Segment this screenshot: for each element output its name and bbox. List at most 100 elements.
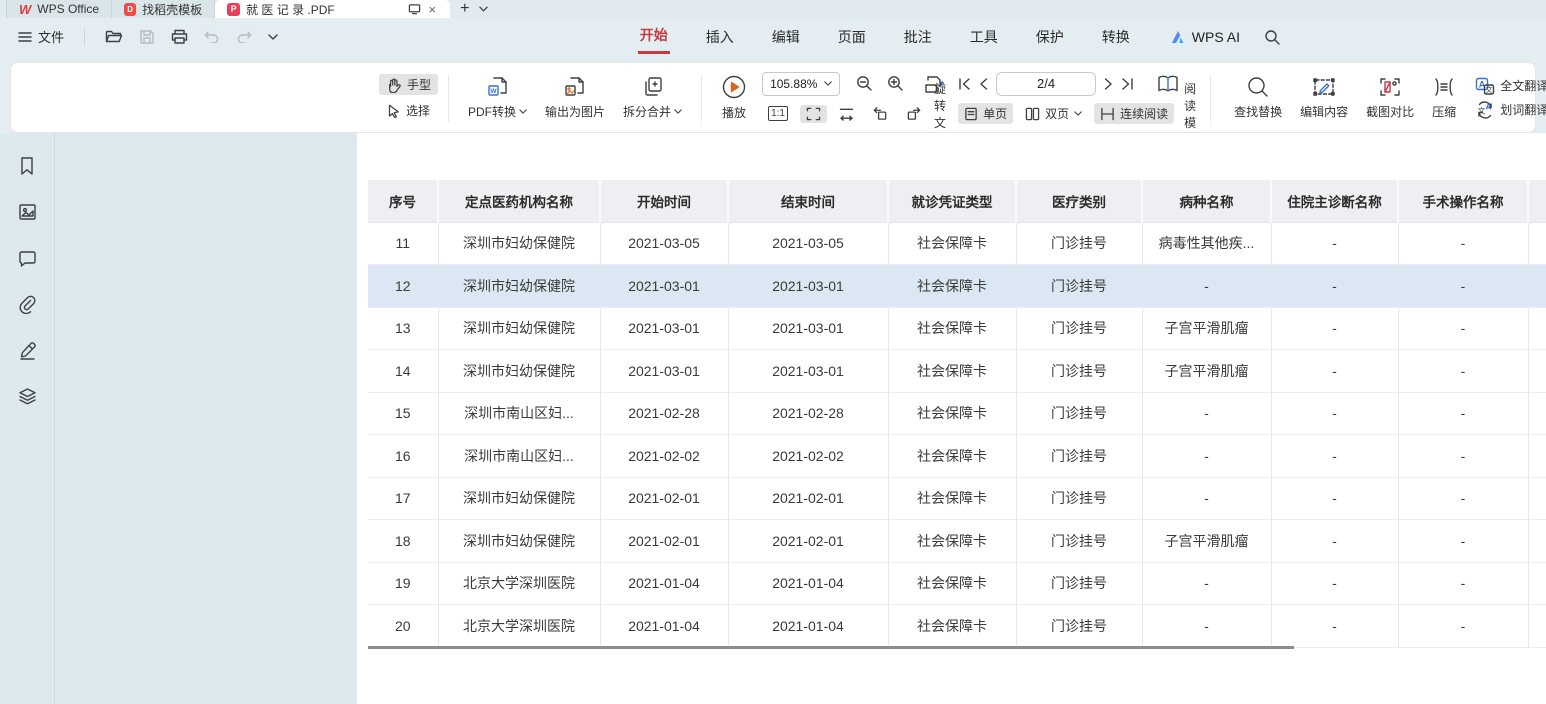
tab-list-chevron-icon[interactable] <box>479 6 488 12</box>
menu-tab-convert[interactable]: 转换 <box>1100 21 1132 53</box>
tab-wps-office[interactable]: W WPS Office <box>6 0 112 18</box>
next-page-icon[interactable] <box>1104 78 1113 90</box>
rotate-left-button[interactable] <box>866 104 894 123</box>
layers-icon[interactable] <box>16 385 38 407</box>
comment-icon[interactable] <box>16 247 38 269</box>
read-mode-icon[interactable] <box>1156 74 1180 94</box>
table-cell: - <box>1142 477 1271 520</box>
table-header-cell: 病种名称 <box>1142 180 1271 222</box>
menu-bar: 文件 开始 插入 编辑 页面 <box>0 18 1546 55</box>
find-replace-button[interactable]: 查找替换 <box>1225 75 1291 120</box>
menu-tab-edit[interactable]: 编辑 <box>770 21 802 53</box>
table-cell: - <box>1271 265 1398 308</box>
table-cell: - <box>1398 477 1528 520</box>
menu-tab-page[interactable]: 页面 <box>836 21 868 53</box>
compress-button[interactable]: 压缩 <box>1423 75 1465 120</box>
double-page-button[interactable]: 双页 <box>1019 103 1088 124</box>
page-number-input[interactable]: 2/4 <box>996 72 1096 96</box>
print-icon[interactable] <box>171 29 188 44</box>
table-cell: 社会保障卡 <box>888 435 1016 478</box>
previous-page-icon[interactable] <box>979 78 988 90</box>
table-cell: 14 <box>368 350 438 393</box>
document-viewer[interactable]: 序号定点医药机构名称开始时间结束时间就诊凭证类型医疗类别病种名称住院主诊断名称手… <box>55 133 1546 704</box>
tab-docer-templates[interactable]: D 找稻壳模板 <box>112 0 215 18</box>
thumbnail-image-icon[interactable] <box>16 201 38 223</box>
table-cell: 2021-02-28 <box>728 392 888 435</box>
export-image-button[interactable]: 输出为图片 <box>536 75 614 120</box>
save-icon[interactable] <box>139 29 155 44</box>
menu-tab-insert[interactable]: 插入 <box>704 21 736 53</box>
table-cell: 门诊挂号 <box>1016 435 1142 478</box>
table-cell <box>1528 435 1546 478</box>
docer-icon: D <box>124 3 136 16</box>
full-text-translate-button[interactable]: A文 全文翻译 <box>1475 77 1546 95</box>
tab-document-pdf[interactable]: P 就 医 记 录 .PDF × <box>215 0 450 18</box>
single-page-button[interactable]: 单页 <box>958 103 1013 124</box>
wps-ai-button[interactable]: WPS AI <box>1170 29 1240 45</box>
table-cell: 门诊挂号 <box>1016 520 1142 563</box>
select-tool-button[interactable]: 选择 <box>379 100 438 121</box>
file-menu-label: 文件 <box>38 27 64 46</box>
play-button[interactable]: 播放 <box>712 74 756 121</box>
file-menu-button[interactable]: 文件 <box>18 27 64 46</box>
table-cell: 2021-03-05 <box>600 222 728 265</box>
pdf-convert-button[interactable]: W PDF转换 <box>459 75 536 120</box>
table-cell: - <box>1271 222 1398 265</box>
continuous-read-button[interactable]: 连续阅读 <box>1094 103 1174 124</box>
word-translate-icon: 文A <box>1475 101 1495 119</box>
last-page-icon[interactable] <box>1121 78 1134 90</box>
zoom-level-input[interactable]: 105.88% <box>762 72 840 96</box>
rotate-right-icon <box>906 106 922 121</box>
table-row: 18深圳市妇幼保健院2021-02-012021-02-01社会保障卡门诊挂号子… <box>368 520 1546 563</box>
screen-cast-icon[interactable] <box>408 3 421 15</box>
menu-tab-comment[interactable]: 批注 <box>902 21 934 53</box>
word-translate-button[interactable]: 文A 划词翻译 <box>1475 101 1546 119</box>
table-cell: 19 <box>368 562 438 605</box>
search-icon[interactable] <box>1264 29 1280 45</box>
table-cell: 深圳市妇幼保健院 <box>438 477 600 520</box>
attachment-icon[interactable] <box>16 293 38 315</box>
zoom-out-icon[interactable] <box>856 75 873 92</box>
fit-page-button[interactable] <box>800 105 827 123</box>
table-cell: 深圳市妇幼保健院 <box>438 265 600 308</box>
records-table-body: 11深圳市妇幼保健院2021-03-052021-03-05社会保障卡门诊挂号病… <box>368 222 1546 647</box>
more-actions-chevron-icon[interactable] <box>268 34 278 40</box>
redo-icon[interactable] <box>236 30 252 43</box>
edit-content-button[interactable]: 编辑内容 <box>1291 75 1357 120</box>
table-cell: 门诊挂号 <box>1016 477 1142 520</box>
screenshot-compare-icon <box>1378 75 1402 99</box>
split-merge-button[interactable]: 拆分合并 <box>614 75 691 120</box>
left-sidebar <box>0 133 55 704</box>
menu-tab-protect[interactable]: 保护 <box>1034 21 1066 53</box>
fit-width-button[interactable] <box>833 105 860 123</box>
menu-tab-home[interactable]: 开始 <box>638 19 670 54</box>
table-cell: 门诊挂号 <box>1016 350 1142 393</box>
double-page-icon <box>1025 107 1040 121</box>
table-cell: - <box>1271 562 1398 605</box>
rotate-right-button[interactable] <box>900 104 928 123</box>
table-cell: 2021-03-01 <box>600 307 728 350</box>
zoom-in-icon[interactable] <box>887 75 904 92</box>
close-tab-icon[interactable]: × <box>427 3 439 16</box>
bookmark-icon[interactable] <box>16 155 38 177</box>
open-folder-icon[interactable] <box>105 29 123 44</box>
table-header-cell: 序号 <box>368 180 438 222</box>
new-tab-button[interactable]: + <box>460 1 469 17</box>
undo-icon[interactable] <box>204 30 220 43</box>
pdf-convert-icon: W <box>486 75 510 99</box>
first-page-icon[interactable] <box>958 78 971 90</box>
table-cell: 2021-03-01 <box>728 307 888 350</box>
actual-size-button[interactable]: 1:1 <box>762 104 794 123</box>
table-cell: - <box>1271 392 1398 435</box>
screenshot-compare-button[interactable]: 截图对比 <box>1357 75 1423 120</box>
svg-text:A: A <box>1486 102 1492 111</box>
table-cell: 2021-03-05 <box>728 222 888 265</box>
signature-pen-icon[interactable] <box>16 339 38 361</box>
menu-tab-tools[interactable]: 工具 <box>968 21 1000 53</box>
page-indicator: 2/4 <box>1037 76 1055 91</box>
hand-tool-button[interactable]: 手型 <box>379 74 438 95</box>
tab-label: 就 医 记 录 .PDF <box>246 1 335 18</box>
table-cell: 门诊挂号 <box>1016 222 1142 265</box>
table-row: 16深圳市南山区妇...2021-02-022021-02-02社会保障卡门诊挂… <box>368 435 1546 478</box>
pdf-convert-label: PDF转换 <box>468 103 516 120</box>
